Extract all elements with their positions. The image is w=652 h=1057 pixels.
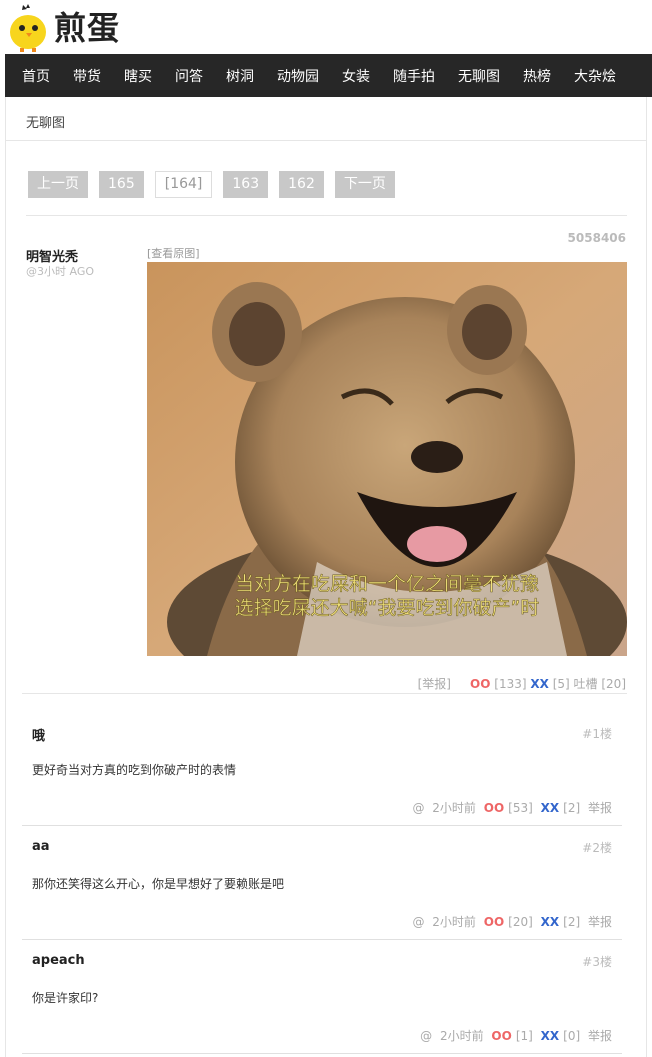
oo-button[interactable]: OO: [484, 915, 504, 929]
comment-author: aa: [32, 839, 50, 854]
xx-count: [0]: [563, 1029, 581, 1043]
report-link[interactable]: 举报: [588, 1029, 612, 1043]
report-link[interactable]: [举报]: [418, 677, 451, 691]
report-link[interactable]: 举报: [588, 801, 612, 815]
comment-actions: @ 2小时前 OO [53] XX [2] 举报: [408, 799, 612, 816]
xx-button[interactable]: XX: [530, 677, 549, 691]
current-page: [164]: [154, 171, 213, 198]
xx-button[interactable]: XX: [541, 1029, 560, 1043]
xx-count: [2]: [563, 801, 581, 815]
nav-item-dazahui[interactable]: 大杂烩: [574, 66, 616, 86]
oo-button[interactable]: OO: [484, 801, 504, 815]
breadcrumb[interactable]: 无聊图: [26, 112, 65, 131]
comment-text: 你是许家印?: [32, 991, 99, 1005]
comment-actions: @ 2小时前 OO [1] XX [0] 举报: [416, 1027, 612, 1044]
divider: [22, 939, 622, 940]
nav-item-wuliaotu[interactable]: 无聊图: [458, 66, 500, 86]
comment-author: 哦: [32, 729, 46, 744]
divider: [22, 693, 627, 694]
divider: [22, 1053, 622, 1054]
site-header: 煎蛋: [0, 0, 652, 54]
comment-time: 2小时前: [432, 801, 476, 815]
comment-author: apeach: [32, 953, 85, 968]
comment-text: 那你还笑得这么开心，你是早想好了要赖账是吧: [32, 877, 285, 891]
post-image[interactable]: 当对方在吃屎和一个亿之间毫不犹豫 选择吃屎还大喊“我要吃到你破产”时: [147, 262, 627, 656]
oo-button[interactable]: OO: [491, 1029, 511, 1043]
lion-cub-image: 当对方在吃屎和一个亿之间毫不犹豫 选择吃屎还大喊“我要吃到你破产”时: [147, 262, 627, 656]
oo-count: [133]: [494, 677, 527, 691]
divider: [6, 140, 646, 141]
post-actions: [举报] OO [133] XX [5] 吐槽 [20]: [418, 675, 626, 692]
post-id[interactable]: 5058406: [568, 231, 626, 245]
comment-floor[interactable]: #3楼: [582, 953, 612, 970]
post-time: @3小时 AGO: [26, 265, 95, 278]
xx-button[interactable]: XX: [541, 915, 560, 929]
divider: [26, 215, 627, 216]
oo-count: [53]: [508, 801, 533, 815]
oo-count: [20]: [508, 915, 533, 929]
nav-item-daihuo[interactable]: 带货: [73, 66, 101, 86]
comment-at: @: [412, 915, 425, 929]
nav-item-zoo[interactable]: 动物园: [277, 66, 319, 86]
logo-text[interactable]: 煎蛋: [54, 8, 120, 48]
comment-floor[interactable]: #2楼: [582, 839, 612, 856]
image-caption-line1: 当对方在吃屎和一个亿之间毫不犹豫: [235, 573, 539, 595]
main-nav: 首页 带货 瞎买 问答 树洞 动物园 女装 随手拍 无聊图 热榜 大杂烩: [5, 54, 652, 97]
view-original-link[interactable]: [查看原图]: [147, 245, 200, 261]
nav-item-suishoupai[interactable]: 随手拍: [393, 66, 435, 86]
chick-logo-icon[interactable]: [6, 4, 50, 52]
nav-item-nvzhuang[interactable]: 女装: [342, 66, 370, 86]
comment-time: 2小时前: [432, 915, 476, 929]
nav-item-home[interactable]: 首页: [22, 66, 50, 86]
comment-at: @: [420, 1029, 433, 1043]
page-165-button[interactable]: 165: [99, 171, 144, 198]
page-163-button[interactable]: 163: [223, 171, 269, 198]
nav-item-xiamai[interactable]: 瞎买: [124, 66, 152, 86]
nav-item-rebang[interactable]: 热榜: [523, 66, 551, 86]
comment-at: @: [412, 801, 425, 815]
nav-item-wenda[interactable]: 问答: [175, 66, 203, 86]
content-frame: 无聊图 上一页 165 [164] 163 162 下一页 5058406 明智…: [5, 97, 647, 1057]
xx-count: [2]: [563, 915, 581, 929]
tucao-link[interactable]: 吐槽 [20]: [574, 677, 626, 691]
pagination: 上一页 165 [164] 163 162 下一页: [28, 171, 406, 198]
prev-page-button[interactable]: 上一页: [28, 171, 88, 198]
page-162-button[interactable]: 162: [279, 171, 324, 198]
report-link[interactable]: 举报: [588, 915, 612, 929]
oo-button[interactable]: OO: [470, 677, 490, 691]
image-caption-line2: 选择吃屎还大喊“我要吃到你破产”时: [235, 597, 540, 619]
next-page-button[interactable]: 下一页: [334, 171, 395, 198]
comment-text: 更好奇当对方真的吃到你破产时的表情: [32, 763, 237, 777]
xx-button[interactable]: XX: [541, 801, 560, 815]
nav-item-shudong[interactable]: 树洞: [226, 66, 254, 86]
xx-count: [5]: [552, 677, 570, 691]
divider: [22, 825, 622, 826]
oo-count: [1]: [515, 1029, 533, 1043]
comment-actions: @ 2小时前 OO [20] XX [2] 举报: [408, 913, 612, 930]
comment-floor[interactable]: #1楼: [582, 725, 612, 742]
comment-time: 2小时前: [439, 1029, 484, 1043]
